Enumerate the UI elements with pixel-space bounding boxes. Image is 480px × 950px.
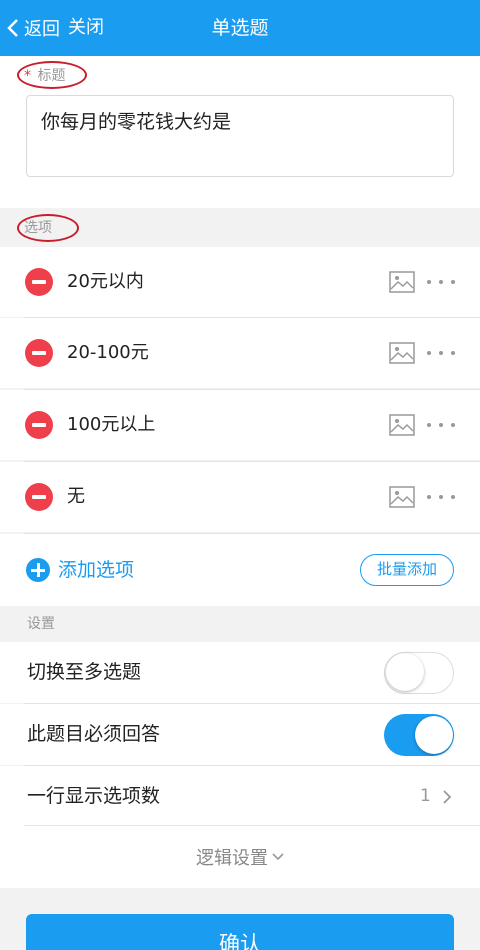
- required-toggle[interactable]: [384, 714, 454, 756]
- multi-select-row: 切换至多选题: [0, 642, 480, 703]
- multi-select-toggle[interactable]: [384, 652, 454, 694]
- per-row-count-label: 一行显示选项数: [27, 785, 161, 807]
- per-row-count-row[interactable]: 一行显示选项数 1: [0, 766, 480, 827]
- per-row-count-value: 1: [420, 786, 431, 806]
- option-row: 20元以内: [0, 247, 480, 317]
- logic-settings-row: 逻辑设置: [0, 826, 480, 888]
- more-icon[interactable]: [426, 343, 456, 363]
- more-icon[interactable]: [426, 272, 456, 292]
- image-icon[interactable]: [389, 414, 415, 436]
- chevron-right-icon: [443, 790, 452, 804]
- settings-header: 设置: [27, 616, 55, 632]
- multi-select-label: 切换至多选题: [27, 661, 142, 683]
- chevron-left-icon: [7, 19, 18, 37]
- remove-option-icon[interactable]: [25, 339, 53, 367]
- remove-option-icon[interactable]: [25, 483, 53, 511]
- add-option-row: 添加选项 批量添加: [0, 534, 480, 606]
- image-icon[interactable]: [389, 342, 415, 364]
- options-label-annotation-ellipse: [17, 214, 79, 242]
- title-input[interactable]: 你每月的零花钱大约是: [26, 95, 454, 177]
- back-button[interactable]: 返回: [6, 0, 60, 56]
- option-label[interactable]: 20-100元: [67, 318, 149, 388]
- toggle-knob: [415, 716, 453, 754]
- logic-settings-button[interactable]: 逻辑设置: [196, 826, 284, 888]
- option-label[interactable]: 无: [67, 462, 85, 532]
- required-label: 此题目必须回答: [27, 723, 161, 745]
- option-row: 100元以上: [0, 390, 480, 460]
- option-row: 无: [0, 462, 480, 532]
- option-label[interactable]: 20元以内: [67, 247, 144, 317]
- image-icon[interactable]: [389, 271, 415, 293]
- batch-add-button[interactable]: 批量添加: [360, 554, 454, 586]
- option-label[interactable]: 100元以上: [67, 390, 155, 460]
- remove-option-icon[interactable]: [25, 268, 53, 296]
- add-option-button[interactable]: 添加选项: [58, 534, 134, 606]
- more-icon[interactable]: [426, 415, 456, 435]
- close-button[interactable]: 关闭: [68, 0, 104, 56]
- remove-option-icon[interactable]: [25, 411, 53, 439]
- toggle-knob: [386, 653, 424, 691]
- more-icon[interactable]: [426, 487, 456, 507]
- required-row: 此题目必须回答: [0, 704, 480, 765]
- chevron-down-icon: [272, 853, 284, 861]
- logic-settings-label: 逻辑设置: [196, 848, 268, 869]
- title-label-annotation-ellipse: [17, 61, 87, 89]
- option-row: 20-100元: [0, 318, 480, 388]
- confirm-button[interactable]: 确认: [26, 914, 454, 950]
- back-label: 返回: [24, 19, 60, 40]
- image-icon[interactable]: [389, 486, 415, 508]
- nav-bar: 返回 关闭 单选题: [0, 0, 480, 56]
- add-circle-icon[interactable]: [26, 558, 50, 582]
